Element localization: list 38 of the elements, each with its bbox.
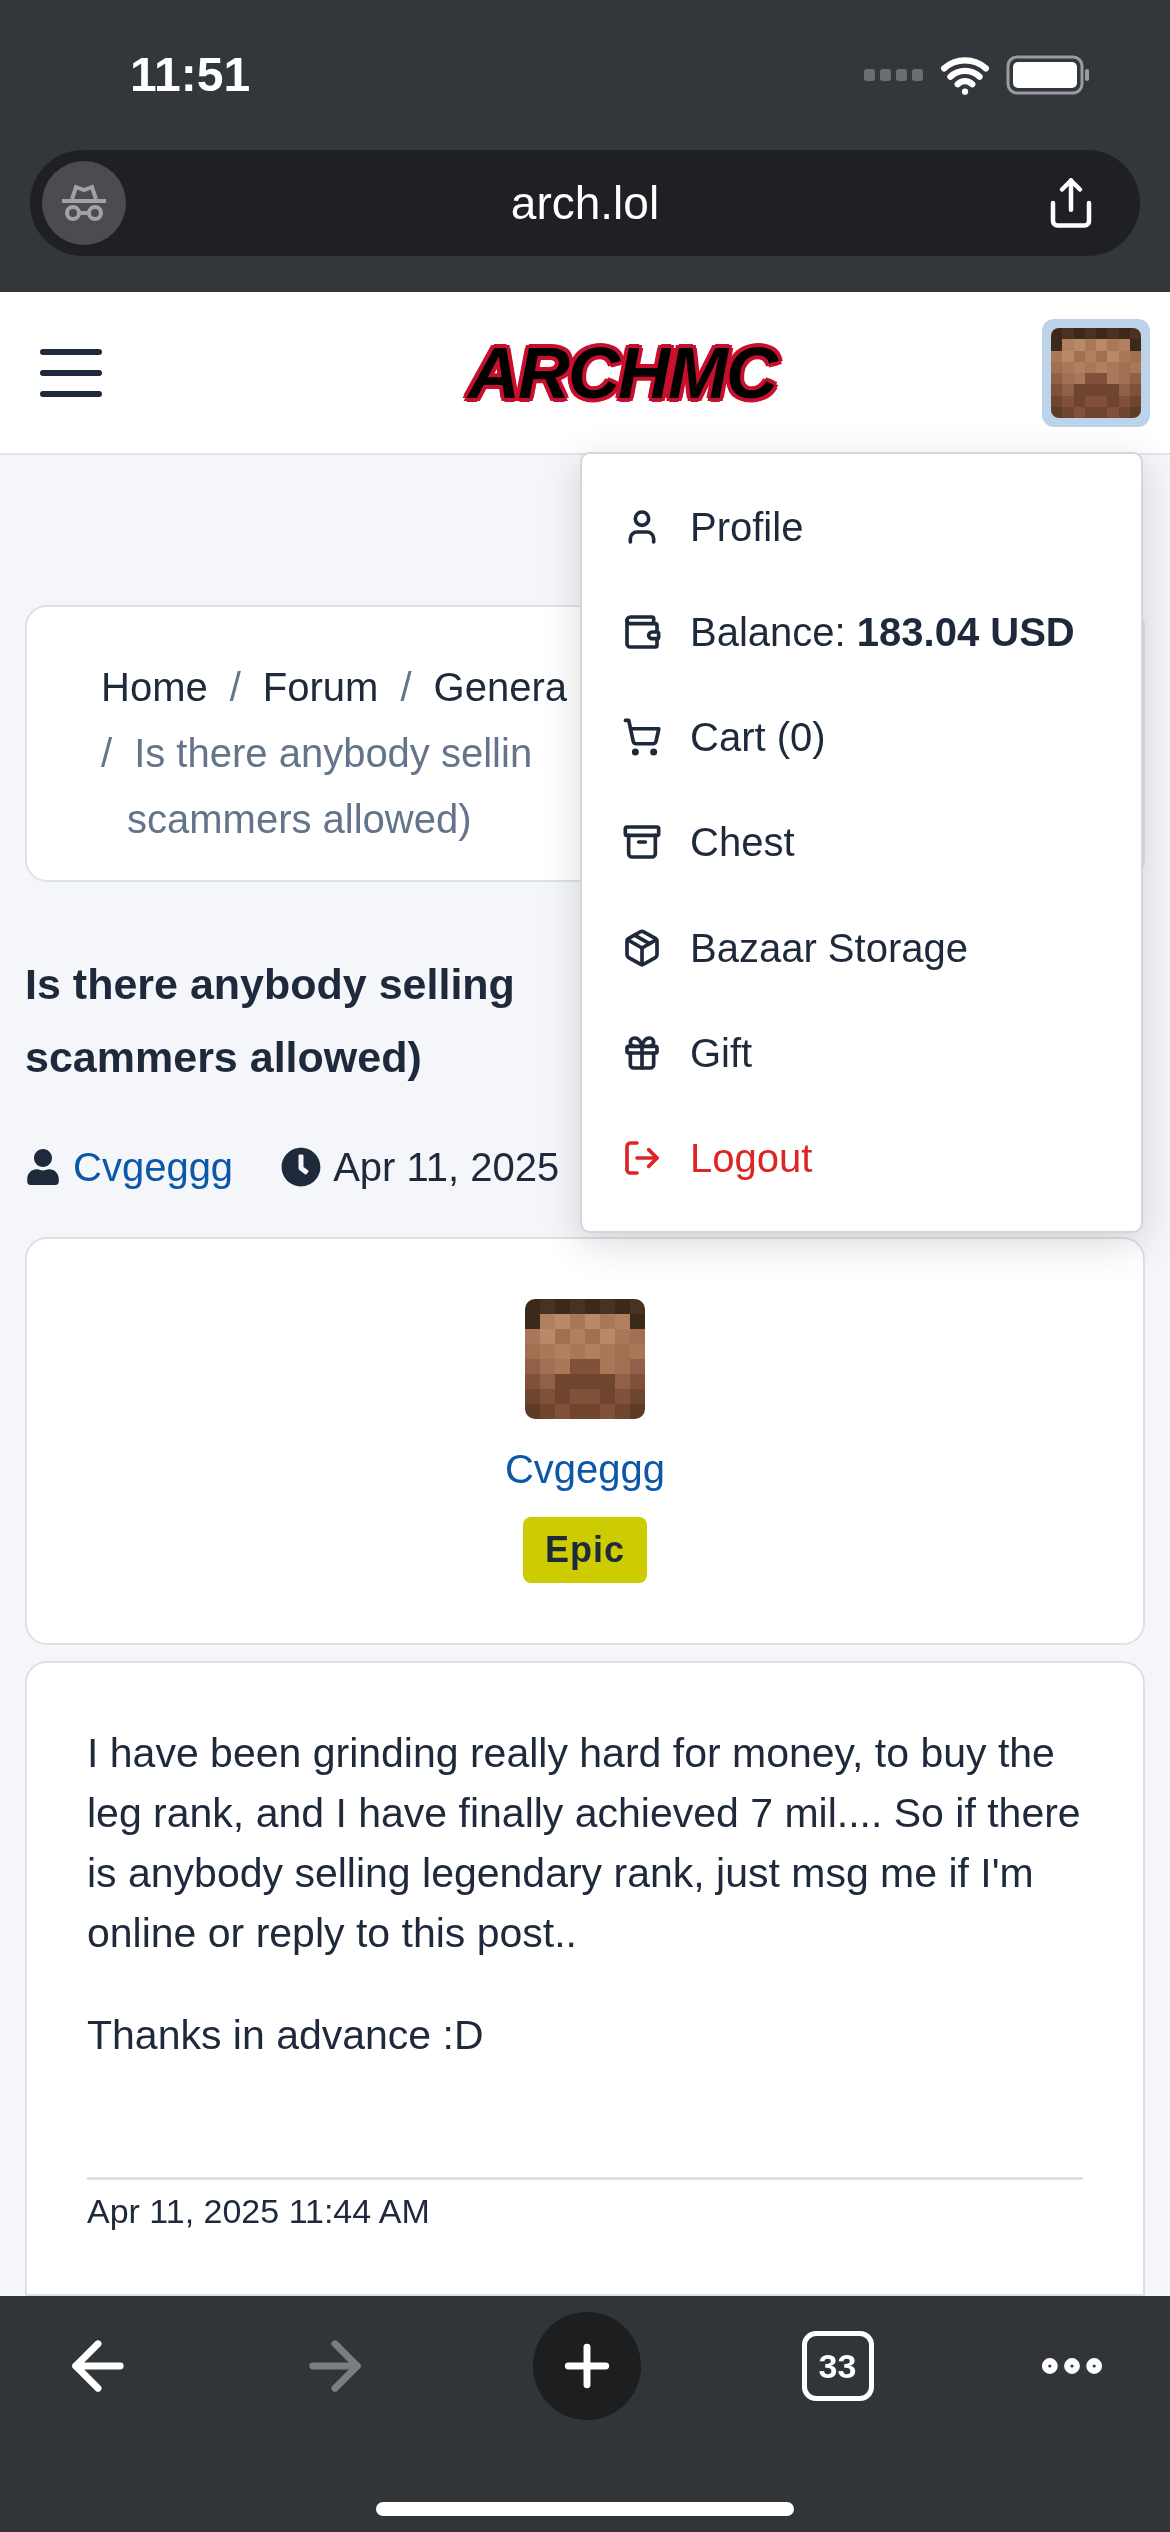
cart-icon xyxy=(622,717,662,758)
thread-title: scammers allowed) xyxy=(25,1031,422,1083)
battery-icon xyxy=(1006,55,1090,95)
menu-item[interactable]: Balance: 183.04 USD xyxy=(582,587,1141,678)
author-name[interactable]: Cvgeggg xyxy=(504,1439,666,1499)
author-link[interactable]: Cvgeggg xyxy=(73,1137,234,1197)
post-text: I have been grinding really hard for money, to buy the leg rank, and I have finally achieved 7 mil.... So if there is anybody selling legendary rank, just msg me if I'm online or reply to this post.. xyxy=(87,1729,1082,1958)
menu-item[interactable]: Chest xyxy=(582,797,1141,888)
breadcrumb-link[interactable]: Genera xyxy=(433,657,567,717)
tab-count-button[interactable]: 33 xyxy=(801,2331,874,2401)
post-timestamp: Apr 11, 2025 11:44 AM xyxy=(87,2192,430,2230)
incognito-icon[interactable] xyxy=(42,161,126,245)
breadcrumb-separator: / xyxy=(229,664,241,711)
site-logo[interactable]: ARCHMC xyxy=(468,318,776,427)
breadcrumb-link[interactable]: Forum xyxy=(262,657,379,717)
breadcrumb-current: Is there anybody sellin xyxy=(134,730,533,777)
breadcrumb-separator: / xyxy=(101,730,113,777)
user-icon xyxy=(25,1149,61,1185)
post-text: Thanks in advance :D xyxy=(87,2011,485,2060)
menu-icon[interactable] xyxy=(40,347,102,398)
avatar-button[interactable] xyxy=(1042,318,1150,427)
thread-date: Apr 11, 2025 xyxy=(333,1144,560,1191)
thread-title: Is there anybody selling xyxy=(25,959,515,1010)
address-bar[interactable]: arch.lol xyxy=(30,150,1140,256)
breadcrumb-link[interactable]: Home xyxy=(101,657,208,717)
menu-item[interactable]: Logout xyxy=(582,1112,1141,1203)
menu-item[interactable]: Cart (0) xyxy=(582,692,1141,783)
clock-icon xyxy=(281,1147,322,1187)
menu-item[interactable]: Bazaar Storage xyxy=(582,902,1141,993)
breadcrumb-current: scammers allowed) xyxy=(127,796,472,843)
status-time: 11:51 xyxy=(130,47,251,103)
menu-item[interactable]: Profile xyxy=(582,482,1141,572)
rank-badge: Epic xyxy=(523,1517,647,1583)
breadcrumb-separator: / xyxy=(400,664,412,711)
menu-item[interactable]: Gift xyxy=(582,1007,1141,1098)
url-text: arch.lol xyxy=(510,175,660,231)
signal-icon xyxy=(864,68,924,82)
package-icon xyxy=(622,927,662,968)
